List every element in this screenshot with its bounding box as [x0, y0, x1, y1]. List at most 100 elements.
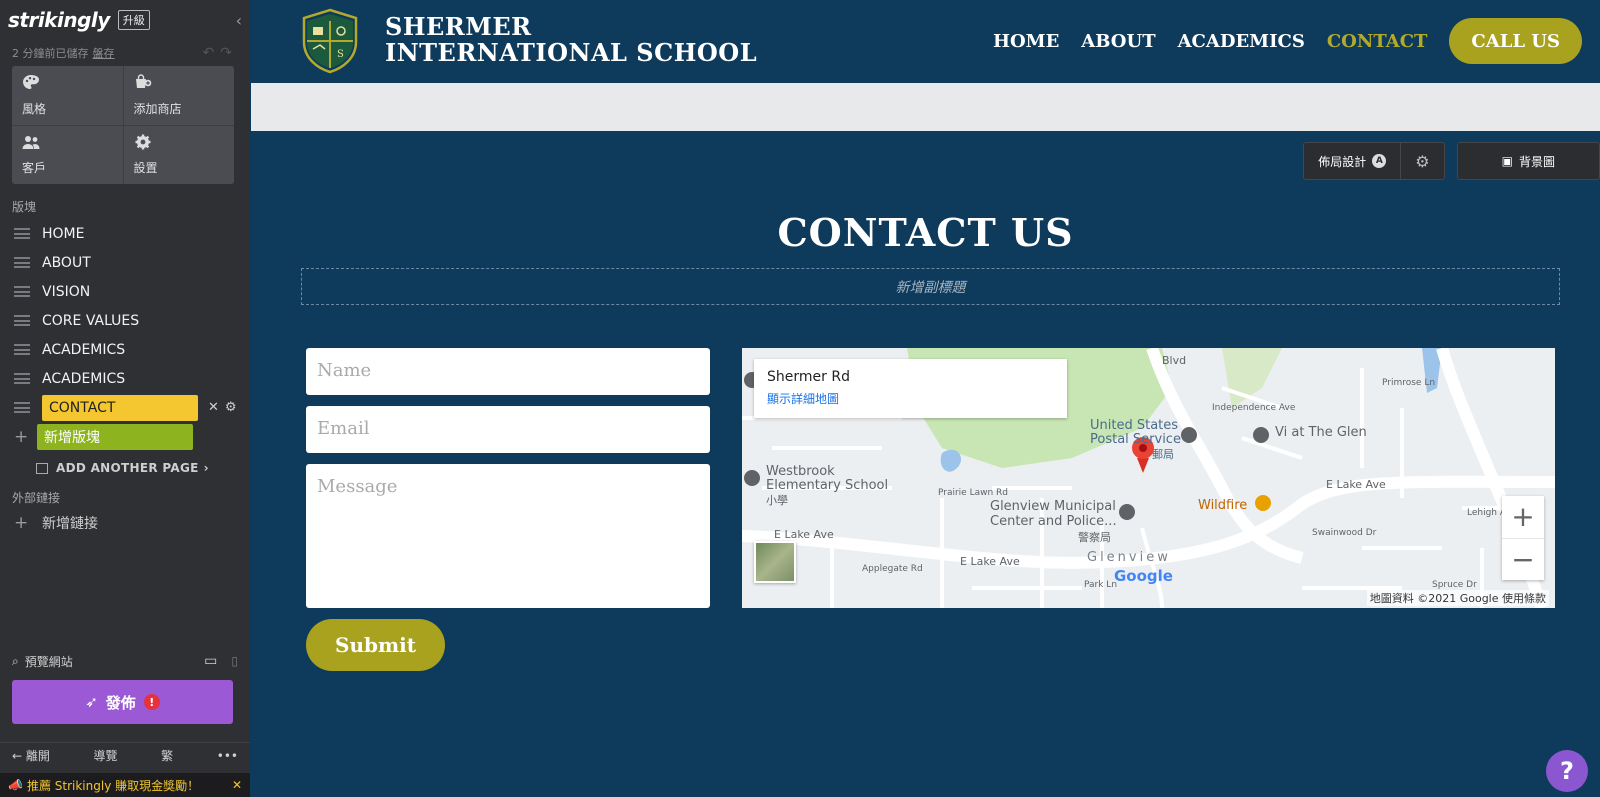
- section-label: CORE VALUES: [42, 312, 140, 329]
- tour-button[interactable]: 導覽: [94, 747, 118, 764]
- upgrade-button[interactable]: 升級: [117, 10, 150, 30]
- tile-customers[interactable]: 客戶: [12, 125, 123, 184]
- section-item-contact[interactable]: CONTACT ✕ ⚙: [0, 393, 250, 422]
- google-map[interactable]: Shermer Rd 顯示詳細地圖 United States Postal S…: [742, 348, 1555, 608]
- section-label: ACADEMICS: [42, 370, 126, 387]
- mobile-icon[interactable]: ▯: [231, 654, 238, 668]
- drag-handle-icon[interactable]: [14, 257, 30, 268]
- image-icon: ▣: [1501, 154, 1513, 168]
- name-input[interactable]: Name: [306, 348, 710, 395]
- layout-design-label: 佈局設計: [1318, 154, 1367, 169]
- add-section-label: 新增版塊: [37, 423, 193, 450]
- section-item-academics-2[interactable]: ACADEMICS: [0, 364, 250, 393]
- language-button[interactable]: 繁: [161, 747, 173, 764]
- section-toolbar: 佈局設計 A ⚙ ▣ 背景圖: [1303, 142, 1600, 180]
- section-label-active: CONTACT: [42, 394, 198, 421]
- tile-add-store[interactable]: 添加商店: [123, 66, 234, 125]
- more-menu-button[interactable]: •••: [217, 749, 238, 763]
- layout-design-button[interactable]: 佈局設計 A: [1304, 143, 1400, 179]
- section-label: ACADEMICS: [42, 341, 126, 358]
- nav-about[interactable]: ABOUT: [1081, 31, 1155, 52]
- page-icon: [36, 462, 48, 474]
- quick-tiles: 風格 添加商店 客戶 設置: [12, 66, 234, 184]
- editor-sidebar: strikingly 升級 ‹ 2 分鐘前已儲存 盤存 ↶↷ 風格 添加商店 客…: [0, 0, 250, 797]
- message-textarea[interactable]: Message: [306, 464, 710, 608]
- add-section-button[interactable]: + 新增版塊: [0, 422, 250, 451]
- school-crest-logo[interactable]: S: [301, 8, 359, 74]
- drag-handle-icon[interactable]: [14, 228, 30, 239]
- referral-banner[interactable]: 📣 推薦 Strikingly 賺取現金獎勵！ ✕: [0, 773, 250, 797]
- desktop-icon[interactable]: ▭: [204, 653, 217, 669]
- saved-status: 2 分鐘前已儲存: [12, 47, 89, 60]
- section-label: VISION: [42, 283, 91, 300]
- add-link-label: 新增鏈接: [42, 516, 98, 532]
- section-title[interactable]: CONTACT US: [251, 210, 1600, 255]
- drag-handle-icon[interactable]: [14, 402, 30, 413]
- map-label: Applegate Rd: [862, 564, 923, 574]
- map-view-larger-link[interactable]: 顯示詳細地圖: [767, 390, 1054, 407]
- strikingly-logo[interactable]: strikingly: [8, 8, 110, 32]
- zoom-out-button[interactable]: −: [1502, 537, 1544, 581]
- help-button[interactable]: ?: [1546, 750, 1588, 792]
- map-label: Independence Ave: [1212, 403, 1296, 413]
- search-icon: ⌕: [12, 653, 19, 668]
- nav-contact[interactable]: CONTACT: [1327, 31, 1428, 52]
- add-page-button[interactable]: ADD ANOTHER PAGE ›: [0, 451, 250, 485]
- section-item-academics[interactable]: ACADEMICS: [0, 335, 250, 364]
- map-label: Prairie Lawn Rd: [938, 488, 1009, 498]
- section-label: HOME: [42, 225, 85, 242]
- section-item-home[interactable]: HOME: [0, 219, 250, 248]
- call-us-button[interactable]: CALL US: [1449, 18, 1582, 64]
- satellite-toggle[interactable]: [754, 541, 796, 583]
- drafts-link[interactable]: 盤存: [93, 45, 115, 61]
- palette-icon: [23, 75, 39, 89]
- section-settings-button[interactable]: ⚙: [1400, 143, 1443, 179]
- section-item-core-values[interactable]: CORE VALUES: [0, 306, 250, 335]
- subtitle-input[interactable]: 新增副標題: [301, 268, 1560, 305]
- section-item-about[interactable]: ABOUT: [0, 248, 250, 277]
- drag-handle-icon[interactable]: [14, 344, 30, 355]
- delete-section-icon[interactable]: ✕: [208, 400, 219, 415]
- background-image-button[interactable]: ▣ 背景圖: [1458, 143, 1599, 179]
- map-label: Postal Service: [1090, 432, 1181, 447]
- submit-button[interactable]: Submit: [306, 619, 445, 671]
- tile-label: 添加商店: [133, 101, 182, 116]
- tile-settings[interactable]: 設置: [123, 125, 234, 184]
- publish-button[interactable]: ➶ 發佈 !: [12, 680, 233, 724]
- external-links-heading: 外部鏈接: [12, 491, 61, 505]
- publish-label: 發佈: [105, 693, 136, 712]
- section-item-vision[interactable]: VISION: [0, 277, 250, 306]
- tile-style[interactable]: 風格: [12, 66, 123, 125]
- close-icon[interactable]: ✕: [232, 778, 242, 792]
- drag-handle-icon[interactable]: [14, 373, 30, 384]
- gear-icon: ⚙: [1415, 151, 1430, 171]
- email-input[interactable]: Email: [306, 406, 710, 453]
- nav-academics[interactable]: ACADEMICS: [1178, 31, 1305, 52]
- map-attribution[interactable]: 地圖資料 ©2021 Google 使用條款: [1366, 590, 1549, 606]
- school-name-line1: SHERMER: [385, 12, 532, 41]
- chevron-right-icon: ›: [203, 461, 209, 475]
- exit-button[interactable]: ← 離開: [12, 747, 50, 764]
- site-preview: S SHERMER INTERNATIONAL SCHOOL HOME ABOU…: [251, 0, 1600, 797]
- map-label: 小學: [766, 494, 788, 507]
- map-label: Spruce Dr: [1432, 580, 1477, 590]
- map-label: Primrose Ln: [1382, 378, 1436, 388]
- drag-handle-icon[interactable]: [14, 286, 30, 297]
- users-icon: [22, 135, 40, 149]
- drag-handle-icon[interactable]: [14, 315, 30, 326]
- undo-redo-icons[interactable]: ↶↷: [203, 45, 238, 61]
- section-divider-band: [251, 83, 1600, 131]
- tile-label: 客戶: [22, 161, 47, 175]
- add-link-button[interactable]: + 新增鏈接: [0, 510, 250, 536]
- zoom-in-button[interactable]: +: [1502, 496, 1544, 538]
- section-settings-icon[interactable]: ⚙: [225, 400, 237, 415]
- sections-heading: 版塊: [12, 200, 37, 214]
- section-label: ABOUT: [42, 254, 91, 271]
- collapse-sidebar-icon[interactable]: ‹: [236, 11, 242, 30]
- map-label: 郵局: [1152, 448, 1174, 461]
- map-place-title: Shermer Rd: [767, 369, 850, 385]
- preview-site-link[interactable]: 預覽網站: [25, 653, 73, 670]
- google-logo: Google: [1114, 567, 1173, 585]
- nav-home[interactable]: HOME: [993, 31, 1059, 52]
- school-name[interactable]: SHERMER INTERNATIONAL SCHOOL: [385, 14, 757, 66]
